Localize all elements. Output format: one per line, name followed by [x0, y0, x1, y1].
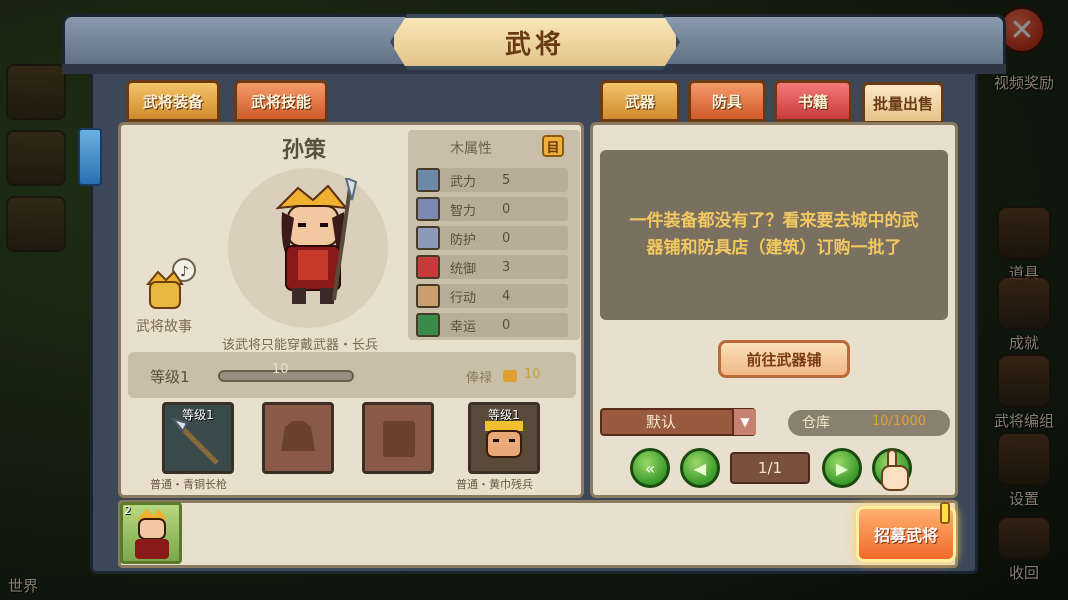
flag-icon: [416, 255, 440, 279]
exp-value: 10: [272, 362, 289, 377]
stat-value: 4: [502, 288, 511, 304]
hero-story-icon[interactable]: ♪: [140, 258, 196, 312]
tab-hero-equipment[interactable]: 武将装备: [126, 80, 220, 122]
tab-armor[interactable]: 防具: [688, 80, 766, 122]
stat-row-intelligence: 智力 0: [416, 197, 568, 221]
warehouse-label: 仓库: [802, 415, 830, 431]
tab-books[interactable]: 书籍: [774, 80, 852, 122]
chevron-down-icon[interactable]: ▼: [732, 409, 756, 435]
soldier-portrait-icon: [485, 421, 523, 458]
coin-icon: [503, 370, 517, 382]
page-indicator: 1/1: [730, 452, 810, 484]
hero-card-number: 2: [124, 504, 131, 517]
hero-portrait-icon: [135, 509, 169, 559]
hero-story-label: 武将故事: [136, 319, 192, 335]
hero-sprite: [275, 178, 358, 304]
goto-weapon-shop-button[interactable]: 前往武器铺: [718, 340, 850, 378]
armor-slot[interactable]: [262, 402, 334, 474]
book-silhouette-icon: [383, 421, 415, 457]
notification-badge: [940, 502, 950, 524]
stat-value: 3: [502, 259, 511, 275]
stat-value: 0: [502, 201, 511, 217]
book-slot[interactable]: [362, 402, 434, 474]
stat-name: 幸运: [450, 319, 477, 335]
tab-weapons[interactable]: 武器: [600, 80, 680, 122]
soldier-slot-name: 普通・黄巾残兵: [456, 478, 533, 491]
attribute-detail-button[interactable]: 目: [542, 135, 564, 157]
scroll-icon: [416, 197, 440, 221]
dialog-title-plate: 武将: [390, 14, 680, 70]
stat-row-force: 武力 5: [416, 168, 568, 192]
tab-hero-skills[interactable]: 武将技能: [234, 80, 328, 122]
armor-silhouette-icon: [281, 421, 315, 451]
stat-row-movement: 行动 4: [416, 284, 568, 308]
stat-row-command: 统御 3: [416, 255, 568, 279]
stat-value: 5: [502, 172, 511, 188]
svg-text:♪: ♪: [180, 264, 189, 280]
weapon-restriction-hint: 该武将只能穿戴武器・长兵: [222, 338, 379, 353]
clover-icon: [416, 313, 440, 337]
stat-value: 0: [502, 230, 511, 246]
bulk-sell-button[interactable]: 批量出售: [862, 82, 944, 124]
hero-level: 等级1: [150, 368, 190, 386]
empty-inventory-message: 一件装备都没有了？看来要去城中的武器铺和防具店（建筑）订购一批了: [629, 211, 919, 258]
next-page-button[interactable]: ▶: [822, 448, 862, 488]
empty-inventory-box: 一件装备都没有了？看来要去城中的武器铺和防具店（建筑）订购一批了: [600, 150, 948, 320]
stat-name: 行动: [450, 290, 477, 306]
weapon-slot[interactable]: 等级1: [162, 402, 234, 474]
salary-value: 10: [524, 367, 541, 382]
first-page-button[interactable]: «: [630, 448, 670, 488]
hero-roster-strip: [118, 500, 958, 568]
prev-page-button[interactable]: ◀: [680, 448, 720, 488]
boot-icon: [416, 284, 440, 308]
salary-label: 俸禄: [466, 371, 493, 386]
stat-name: 武力: [450, 174, 477, 190]
armor-icon: [416, 226, 440, 250]
spear-icon: [170, 417, 219, 465]
pointer-hand-icon: [881, 449, 909, 491]
warehouse-value: 10/1000: [872, 414, 927, 429]
element-attribute: 木属性: [450, 141, 492, 157]
dialog-title: 武将: [504, 29, 565, 60]
side-scroll-tab[interactable]: [78, 128, 102, 186]
soldier-slot[interactable]: 等级1: [468, 402, 540, 474]
hero-name: 孙策: [282, 138, 327, 163]
stat-name: 防护: [450, 232, 477, 248]
stat-value: 0: [502, 317, 511, 333]
weapon-slot-name: 普通・青铜长枪: [150, 478, 227, 491]
stat-name: 统御: [450, 261, 477, 277]
stat-name: 智力: [450, 203, 477, 219]
stat-row-luck: 幸运 0: [416, 313, 568, 337]
stat-row-defense: 防护 0: [416, 226, 568, 250]
sword-icon: [416, 168, 440, 192]
